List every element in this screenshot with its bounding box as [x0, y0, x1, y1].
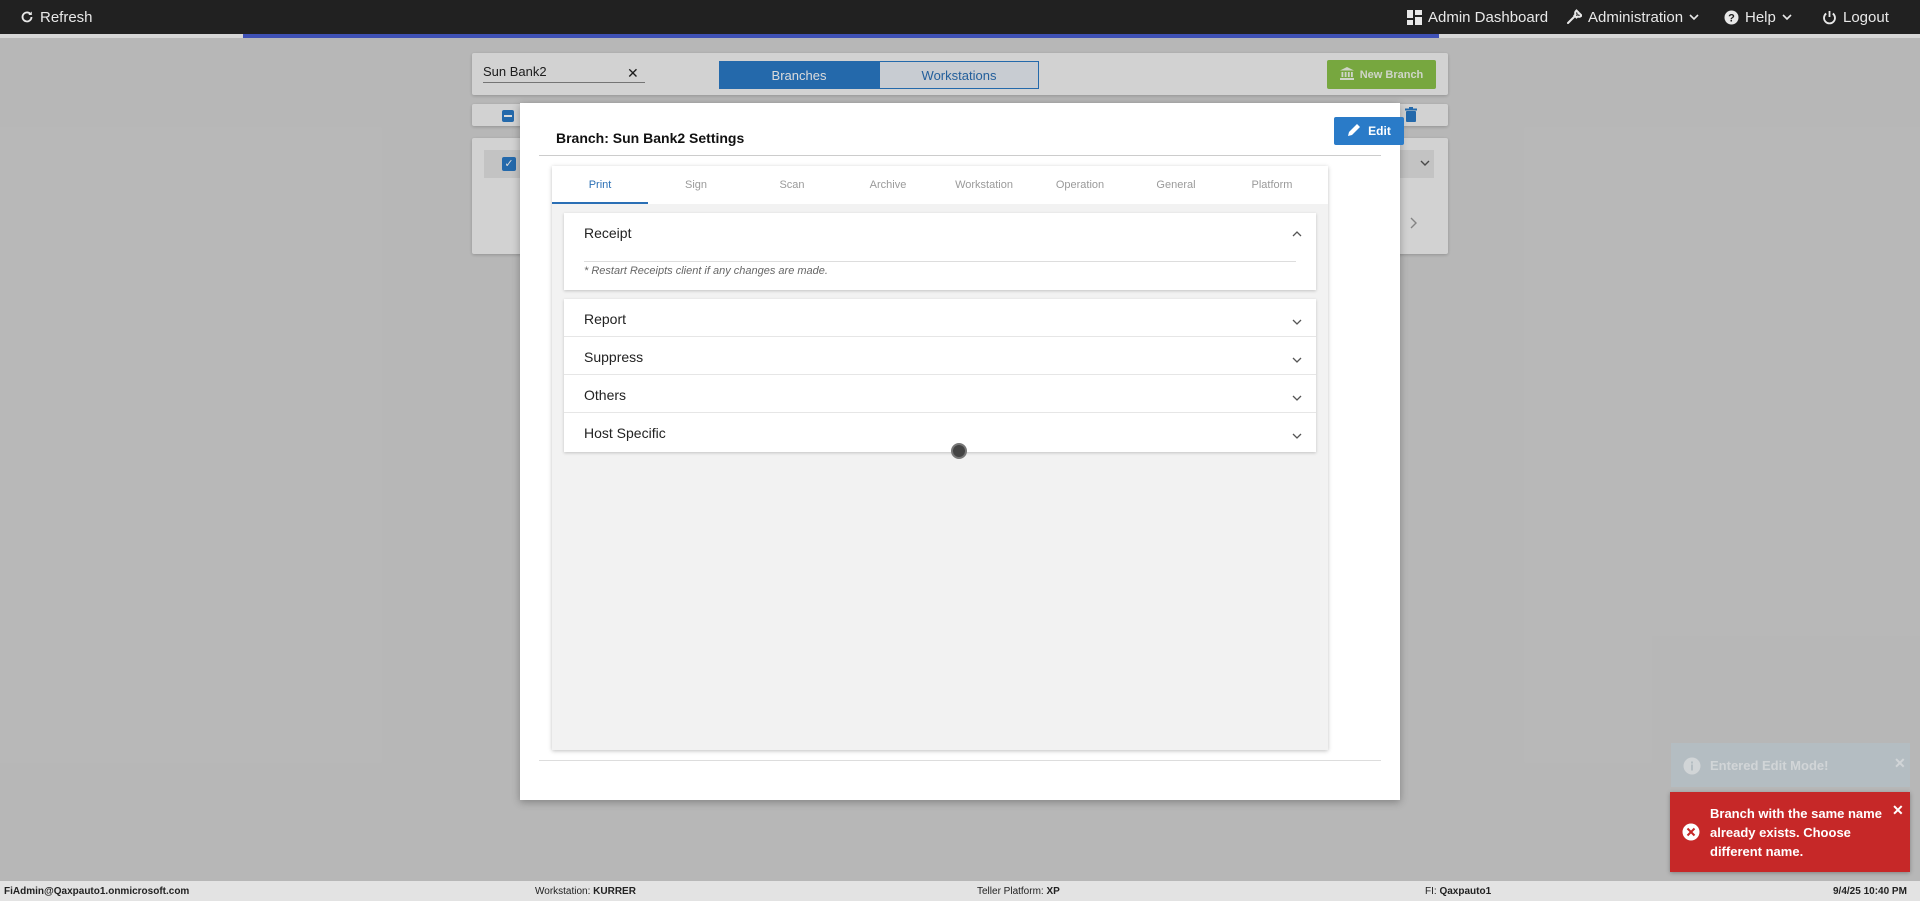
mouse-cursor	[951, 443, 967, 459]
settings-tabs: Print Sign Scan Archive Workstation Oper…	[552, 166, 1328, 204]
info-toast-message: Entered Edit Mode!	[1710, 758, 1829, 773]
power-icon	[1822, 10, 1837, 25]
chevron-down-icon	[1291, 314, 1303, 332]
receipt-panel: Receipt * Restart Receipts client if any…	[564, 213, 1316, 290]
chevron-down-icon	[1689, 13, 1699, 21]
edit-button[interactable]: Edit	[1334, 117, 1404, 145]
error-icon	[1682, 823, 1700, 846]
tab-workstation[interactable]: Workstation	[936, 166, 1032, 204]
info-toast: Entered Edit Mode! ✕	[1671, 743, 1910, 787]
receipt-restart-note: * Restart Receipts client if any changes…	[584, 265, 828, 277]
pencil-icon	[1347, 123, 1361, 140]
refresh-label: Refresh	[40, 8, 93, 26]
chevron-up-icon	[1291, 226, 1303, 244]
close-icon[interactable]: ✕	[1892, 802, 1904, 819]
settings-card: Print Sign Scan Archive Workstation Oper…	[552, 166, 1328, 750]
tab-platform[interactable]: Platform	[1224, 166, 1320, 204]
error-toast: Branch with the same name already exists…	[1670, 792, 1910, 872]
status-datetime: 9/4/25 10:40 PM	[1833, 886, 1907, 897]
info-icon	[1683, 757, 1701, 780]
section-others[interactable]: Others	[564, 375, 1316, 413]
section-report[interactable]: Report	[564, 299, 1316, 337]
status-workstation: Workstation: KURRER	[535, 886, 636, 897]
status-bar: FiAdmin@Qaxpauto1.onmicrosoft.com Workst…	[0, 881, 1920, 901]
section-label: Others	[584, 387, 627, 403]
tab-archive[interactable]: Archive	[840, 166, 936, 204]
help-label: Help	[1745, 8, 1776, 26]
admin-dashboard-label: Admin Dashboard	[1428, 8, 1549, 26]
section-host-specific[interactable]: Host Specific	[564, 413, 1316, 451]
tab-sign[interactable]: Sign	[648, 166, 744, 204]
tab-operation[interactable]: Operation	[1032, 166, 1128, 204]
modal-title: Branch: Sun Bank2 Settings	[556, 130, 745, 146]
tab-print[interactable]: Print	[552, 166, 648, 204]
divider	[584, 261, 1296, 262]
receipt-panel-header[interactable]: Receipt	[564, 213, 1316, 251]
logout-label: Logout	[1843, 8, 1889, 26]
chevron-down-icon	[1291, 428, 1303, 446]
dashboard-icon	[1407, 9, 1422, 25]
wrench-icon	[1566, 9, 1582, 25]
status-teller-platform: Teller Platform: XP	[977, 886, 1060, 897]
tab-scan[interactable]: Scan	[744, 166, 840, 204]
status-user: FiAdmin@Qaxpauto1.onmicrosoft.com	[4, 886, 190, 897]
section-label: Host Specific	[584, 425, 666, 441]
refresh-icon	[20, 10, 34, 24]
help-icon: ?	[1724, 10, 1739, 25]
edit-label: Edit	[1368, 124, 1391, 138]
administration-menu[interactable]: Administration	[1566, 0, 1699, 34]
svg-text:?: ?	[1728, 12, 1735, 24]
chevron-down-icon	[1291, 390, 1303, 408]
refresh-button[interactable]: Refresh	[20, 0, 93, 34]
receipt-title: Receipt	[584, 225, 632, 241]
close-icon[interactable]: ✕	[1894, 755, 1906, 772]
section-label: Suppress	[584, 349, 644, 365]
chevron-down-icon	[1782, 13, 1792, 21]
help-menu[interactable]: ? Help	[1724, 0, 1792, 34]
top-nav-bar: Refresh Admin Dashboard Administration ?…	[0, 0, 1920, 34]
chevron-down-icon	[1291, 352, 1303, 370]
logout-button[interactable]: Logout	[1822, 0, 1889, 34]
tab-general[interactable]: General	[1128, 166, 1224, 204]
section-label: Report	[584, 311, 627, 327]
settings-sections: Report Suppress Others Host Specific	[564, 299, 1316, 452]
modal-header: Branch: Sun Bank2 Settings Edit	[539, 117, 1404, 156]
error-toast-message: Branch with the same name already exists…	[1710, 806, 1882, 859]
administration-label: Administration	[1588, 8, 1684, 26]
status-fi: FI: Qaxpauto1	[1425, 886, 1492, 897]
admin-dashboard-link[interactable]: Admin Dashboard	[1407, 0, 1548, 34]
section-suppress[interactable]: Suppress	[564, 337, 1316, 375]
